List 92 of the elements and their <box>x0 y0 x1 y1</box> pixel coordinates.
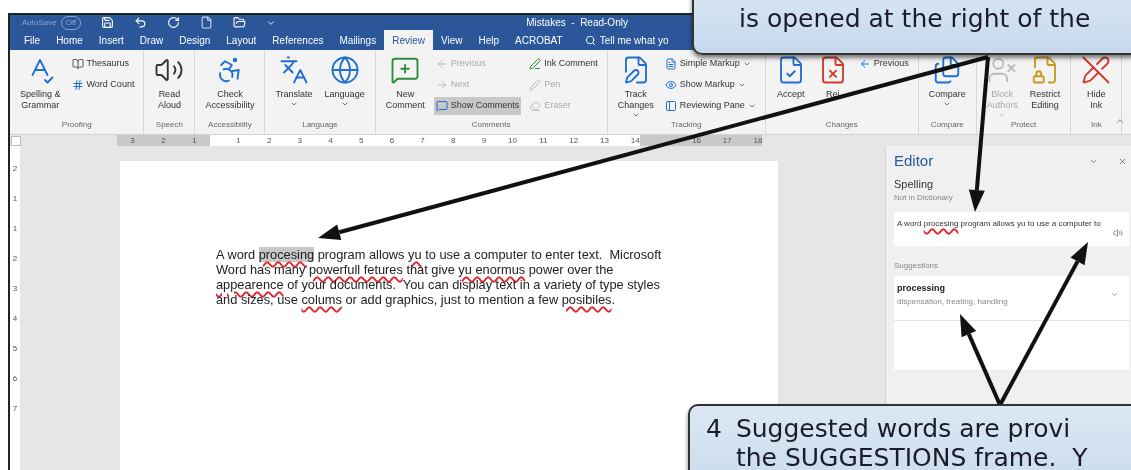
ribbon-tab[interactable]: ACROBAT <box>507 30 571 50</box>
pen-line-icon <box>529 58 542 70</box>
ribbon-small-button[interactable]: Word Count <box>69 76 137 94</box>
document-paragraph: A word procesing program allows yu to use a computer to enter text. Microsoft Word has many powerfull fetures that give yu enormus power over the appearence of your documents. You can display text in a variety of type styles and sizes, use colums or add graphics, just to mention a few posibiles. <box>216 247 663 307</box>
caret-icon <box>340 100 349 108</box>
ribbon-small-button[interactable]: Thesaurus <box>69 55 137 73</box>
step-number: 4 <box>706 414 722 445</box>
pane-title: Editor <box>894 151 935 171</box>
caret-icon <box>747 102 756 110</box>
callout-text: Suggested words are provi the SUGGESTIONS frame. Y <box>735 414 1088 470</box>
user-cross-icon <box>987 55 1018 85</box>
tell-me-field[interactable]: Tell me what yo <box>599 32 676 48</box>
arrow-left-icon <box>435 58 448 70</box>
arrow-left-icon <box>858 58 871 70</box>
ribbon-button[interactable]: Read Aloud <box>151 53 188 119</box>
context-sentence: A word procesing program allows yu to use a computer to <box>897 218 1102 230</box>
ribbon-tab[interactable]: Layout <box>218 30 265 50</box>
ribbon-tab[interactable]: References <box>264 30 332 50</box>
redo-icon[interactable] <box>167 16 181 29</box>
ribbon-small-button[interactable]: Ink Comment <box>527 55 600 73</box>
ribbon-button[interactable]: Spelling & Grammar <box>17 53 64 119</box>
arrow-right-icon <box>435 79 448 91</box>
ribbon-tab[interactable]: Help <box>470 30 508 50</box>
ribbon-button[interactable]: Check Accessibility <box>202 53 258 119</box>
ribbon-tab[interactable]: Insert <box>90 30 132 50</box>
translate-icon <box>279 55 309 85</box>
globe-icon <box>329 55 360 85</box>
ribbon-tab[interactable]: Home <box>48 30 91 50</box>
caret-icon <box>742 60 751 68</box>
suggestion-card[interactable]: processing dispensation, treating, handling <box>894 276 1129 320</box>
group-label: Protect <box>1009 119 1038 131</box>
collapse-ribbon-icon[interactable] <box>1115 116 1125 126</box>
save-icon[interactable] <box>101 16 115 29</box>
group-label: Compare <box>929 119 965 131</box>
undo-icon[interactable] <box>134 16 148 29</box>
speaker-icon[interactable] <box>1113 228 1123 238</box>
pen-off-icon <box>1081 55 1112 85</box>
group-label: Speech <box>154 119 184 131</box>
callout-text: is opened at the right of the <box>739 4 1091 35</box>
suggestions-label: Suggestions <box>894 260 939 272</box>
group-label: Tracking <box>670 119 703 131</box>
book-icon <box>71 58 84 70</box>
comment-icon <box>435 100 448 112</box>
document-icon <box>664 58 677 70</box>
group-label: Changes <box>824 119 859 131</box>
ribbon-tab[interactable]: Mailings <box>331 30 385 50</box>
pen-icon <box>529 79 542 91</box>
ribbon-small-button[interactable]: Show Markup <box>662 76 758 94</box>
caret-icon <box>998 111 1007 119</box>
group-label: Accessibility <box>207 119 253 131</box>
synonyms-text: dispensation, treating, handling <box>897 295 1008 308</box>
open-folder-icon[interactable] <box>233 16 247 29</box>
ribbon-button[interactable]: Track Changes <box>614 53 657 119</box>
ribbon-tab[interactable]: File <box>16 30 49 50</box>
group-label: Ink <box>1090 119 1103 131</box>
horizontal-ruler: 3 2 1 1 2 3 4 5 6 7 8 9 10 11 12 13 14 16 17 18 <box>117 135 763 146</box>
reason-text: Not in Dictionary <box>894 192 954 204</box>
ribbon-tab[interactable]: Draw <box>131 30 172 50</box>
expand-icon[interactable] <box>1110 290 1119 299</box>
comment-plus-icon <box>390 55 421 85</box>
hash-icon <box>71 79 84 91</box>
group-label: Language <box>301 119 339 131</box>
ribbon-small-button[interactable]: Show Comments <box>433 97 522 115</box>
ribbon-small-button[interactable]: Reviewing Pane <box>662 97 758 115</box>
new-document-icon[interactable] <box>200 16 214 29</box>
ribbon-tab[interactable]: Review <box>384 30 433 50</box>
close-icon[interactable] <box>1118 156 1127 166</box>
group-label: Proofing <box>60 119 93 131</box>
suggested-word: processing <box>897 282 945 295</box>
caret-icon <box>631 111 640 119</box>
ribbon-small-button[interactable]: Simple Markup <box>662 55 758 73</box>
caret-icon <box>943 100 952 108</box>
eye-icon <box>664 79 677 91</box>
vertical-ruler: 2 1 1 2 3 4 5 6 7 <box>10 146 20 470</box>
window-title: Mistakes - Read-Only <box>526 16 628 30</box>
caret-icon <box>737 81 746 89</box>
caret-icon <box>290 100 298 108</box>
section-heading: Spelling <box>894 176 935 192</box>
search-icon <box>584 34 596 46</box>
ribbon-button[interactable]: Language <box>321 53 368 119</box>
ribbon-tab[interactable]: Design <box>171 30 219 50</box>
group-label: Comments <box>470 119 512 131</box>
ribbon-button[interactable]: Translate <box>272 53 316 119</box>
panel-icon <box>664 100 677 112</box>
ribbon-button[interactable]: Accept <box>772 53 809 119</box>
ribbon-button[interactable]: Compare <box>925 53 969 119</box>
ribbon-small-button[interactable]: Previous <box>856 55 911 73</box>
ribbon-button[interactable]: Hide Ink <box>1078 53 1115 119</box>
ribbon-button[interactable]: New Comment <box>382 53 428 119</box>
ribbon-tab[interactable]: View <box>432 30 471 50</box>
ribbon-button[interactable]: Restrict Editing <box>1026 53 1064 119</box>
eraser-icon <box>529 100 542 112</box>
